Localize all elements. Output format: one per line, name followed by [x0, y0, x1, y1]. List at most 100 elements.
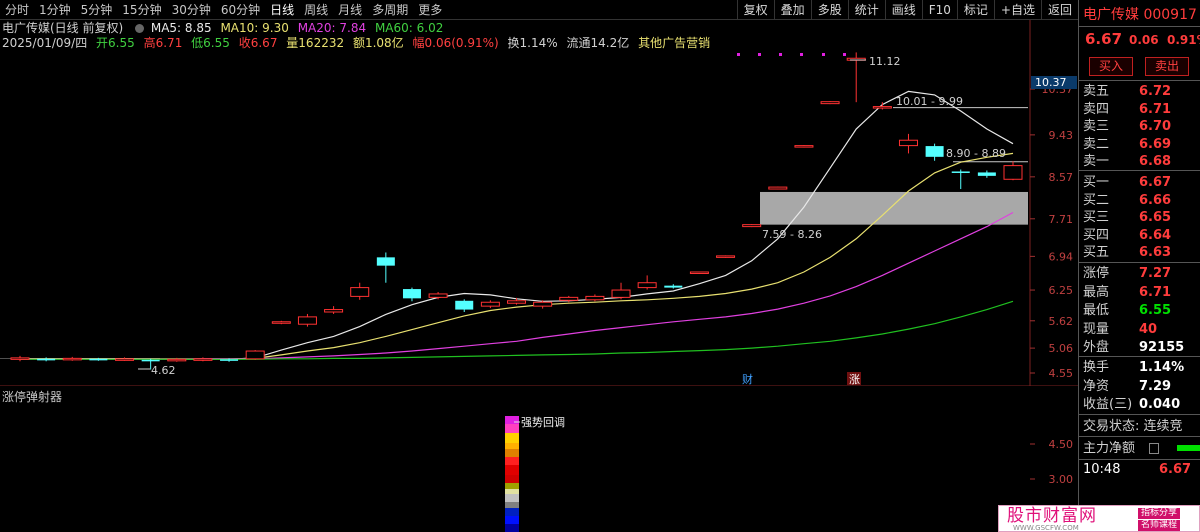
signal-dot — [758, 53, 761, 56]
bids-label: 买四 — [1083, 227, 1110, 243]
candle-body — [768, 186, 788, 190]
watermark-banner: 股市财富网 WWW.GSCFW.COM 指标分享 名师课程 — [998, 505, 1200, 532]
sell-button[interactable]: 卖出 — [1145, 57, 1189, 76]
candle-body — [220, 359, 239, 361]
candle-body — [585, 295, 605, 301]
candle-body — [977, 172, 996, 176]
candle-body — [716, 255, 736, 258]
change-pct: 0.91% — [1166, 33, 1200, 47]
asks-value: 6.70 — [1139, 119, 1172, 134]
asks-label: 卖四 — [1083, 101, 1110, 117]
candle-body — [167, 358, 187, 362]
candle-body — [898, 139, 918, 147]
indicator-bar — [505, 494, 519, 502]
y-tick-label: 8.57 — [1049, 171, 1074, 184]
watermark-tag-course: 名师课程 — [1138, 520, 1181, 531]
bids-label: 买二 — [1083, 192, 1110, 208]
bids-value: 6.65 — [1139, 210, 1172, 225]
indicator-bar — [505, 502, 519, 508]
candle-body — [62, 357, 82, 361]
trade-status-text: 交易状态: 连续竞 — [1083, 419, 1183, 434]
indicator-bar — [505, 508, 519, 516]
candle-body — [271, 321, 291, 324]
candle-body — [742, 224, 762, 228]
candle-body — [297, 316, 317, 325]
bids-label: 买三 — [1083, 210, 1110, 225]
candle-body — [480, 301, 500, 307]
high-annotation: 11.12 — [869, 55, 901, 68]
stats-value: 6.71 — [1139, 284, 1172, 300]
candle-body — [193, 358, 213, 361]
stats-value: 7.27 — [1139, 266, 1172, 281]
buy-button[interactable]: 买入 — [1089, 57, 1133, 76]
signal-dot — [737, 53, 740, 56]
limit-up-marker: 涨 — [849, 373, 860, 386]
bids-value: 6.63 — [1139, 245, 1172, 260]
ma-line-ma60 — [20, 300, 1014, 360]
stats-row: 外盘 92155 — [1083, 339, 1200, 356]
candle-body — [611, 289, 631, 298]
bids-row: 买四 6.64 — [1083, 227, 1200, 244]
gap-zone-annotation: 7.59 - 8.26 — [762, 228, 822, 241]
candle-body — [664, 285, 683, 288]
watermark-title: 股市财富网 — [1007, 506, 1097, 526]
stock-name: 电广传媒 — [1083, 7, 1139, 23]
asks-row: 卖一 6.68 — [1083, 153, 1200, 170]
candle-body — [376, 257, 395, 266]
ind-tick-label: 3.00 — [1049, 473, 1074, 486]
indicator-bar — [505, 475, 519, 483]
candle-body — [689, 271, 709, 274]
asks-value: 6.68 — [1139, 154, 1172, 169]
candle-body — [1003, 165, 1023, 180]
stats-value: 40 — [1139, 321, 1158, 337]
indicator-bar — [505, 516, 519, 524]
stats2-row: 收益(三) 0.040 — [1083, 396, 1200, 413]
stats-row: 最高 6.71 — [1083, 284, 1200, 301]
candle-body — [350, 287, 370, 297]
indicator-bar — [505, 489, 519, 494]
y-tick-label: 6.25 — [1049, 284, 1074, 297]
signal-dot — [822, 53, 825, 56]
candle-body — [951, 171, 970, 173]
y-tick-label: 5.06 — [1049, 342, 1074, 355]
current-price: 6.67 — [1085, 30, 1123, 48]
stock-code: 000917 — [1143, 7, 1197, 23]
bids-row: 买三 6.65 — [1083, 209, 1200, 226]
indicator-bar — [505, 483, 519, 489]
bids-label: 买一 — [1083, 175, 1110, 190]
stats2-row: 换手 1.14% — [1083, 359, 1200, 376]
stats-value: 92155 — [1139, 340, 1185, 355]
stats-label: 现量 — [1083, 321, 1110, 337]
trade-status: 交易状态: 连续竞 — [1083, 418, 1200, 435]
asks-value: 6.69 — [1139, 136, 1172, 152]
signal-dot — [843, 53, 846, 56]
indicator-bar — [505, 416, 519, 424]
asks-row: 卖三 6.70 — [1083, 118, 1200, 135]
candle-body — [428, 293, 448, 298]
indicator-bar — [505, 457, 519, 465]
candle-body — [507, 300, 526, 304]
quote-panel: 电广传媒 000917 6.67 0.06 0.91% 买入 卖出 卖五 6.72… — [1078, 0, 1200, 532]
change-abs: 0.06 — [1129, 33, 1159, 47]
indicator-bar — [505, 449, 519, 457]
stats2-label: 收益(三) — [1083, 397, 1133, 412]
stats-row: 涨停 7.27 — [1083, 265, 1200, 282]
y-tick-label: 7.71 — [1049, 213, 1074, 226]
candlestick-chart[interactable]: 10.37 9.43 8.57 7.71 6.94 6.25 5.62 5.06 4.55 10.… — [0, 0, 1078, 386]
stats-label: 最低 — [1083, 303, 1110, 318]
main-flow-row[interactable]: 主力净额 — [1083, 440, 1200, 457]
candle-body — [820, 101, 840, 105]
dropdown-icon[interactable] — [1149, 443, 1159, 454]
asks-value: 6.71 — [1139, 101, 1172, 117]
indicator-label: 强势回调 — [521, 416, 565, 429]
stats2-value: 1.14% — [1139, 360, 1185, 375]
main-flow-bar — [1177, 445, 1200, 451]
bids-value: 6.66 — [1139, 192, 1172, 208]
candle-body — [324, 309, 344, 313]
candle-body — [925, 146, 944, 157]
indicator-bar — [505, 524, 519, 532]
y-tick-label: 9.43 — [1049, 129, 1074, 142]
main-flow-label: 主力净额 — [1083, 441, 1136, 456]
stats-label: 涨停 — [1083, 266, 1110, 281]
indicator-bar — [505, 433, 519, 443]
